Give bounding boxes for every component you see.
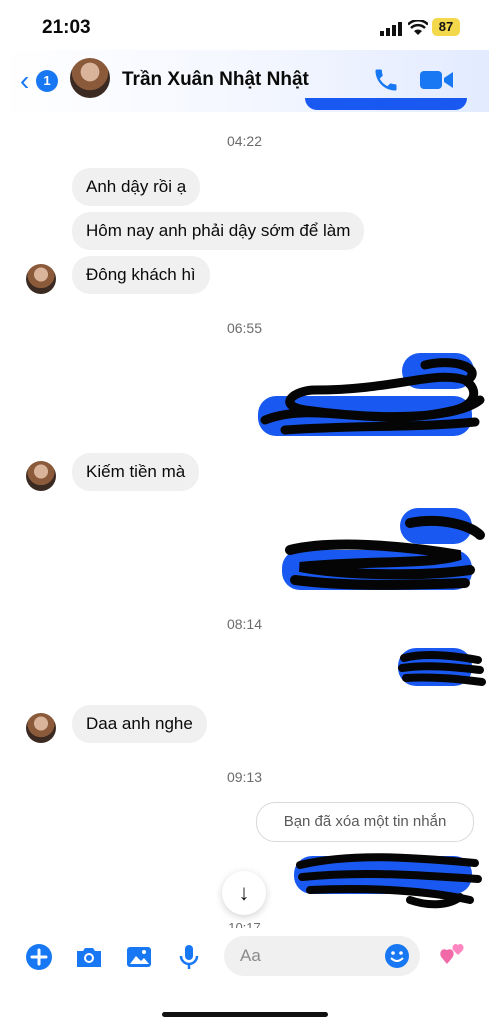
deleted-message-notice: Bạn đã xóa một tin nhắn xyxy=(256,802,474,842)
plus-icon[interactable] xyxy=(24,942,54,972)
emoji-icon[interactable] xyxy=(384,943,410,969)
contact-avatar[interactable] xyxy=(70,58,110,98)
sender-avatar xyxy=(26,264,56,294)
timestamp: 06:55 xyxy=(226,320,263,336)
status-time: 21:03 xyxy=(42,17,91,38)
hearts-icon[interactable] xyxy=(436,940,470,974)
camera-icon[interactable] xyxy=(74,942,104,972)
message-input[interactable]: Aa xyxy=(224,936,420,976)
arrow-down-icon: ↓ xyxy=(238,880,250,905)
sent-message-bubble xyxy=(305,98,467,110)
redaction-scribble xyxy=(260,358,485,435)
status-bar: 21:03 87 xyxy=(0,0,489,50)
redaction-scribble xyxy=(398,650,486,686)
back-button[interactable]: ‹ 1 xyxy=(20,65,60,96)
redaction-scribble xyxy=(285,515,485,590)
gallery-icon[interactable] xyxy=(124,942,154,972)
home-indicator xyxy=(162,1012,328,1017)
message-input-placeholder: Aa xyxy=(240,946,261,965)
video-call-icon[interactable] xyxy=(420,68,454,92)
microphone-icon[interactable] xyxy=(174,942,204,972)
sender-avatar xyxy=(26,713,56,743)
chevron-left-icon: ‹ xyxy=(20,65,30,96)
wifi-icon xyxy=(408,20,428,35)
timestamp: 09:13 xyxy=(226,769,263,785)
received-message[interactable]: Kiếm tiền mà xyxy=(72,453,200,491)
received-message[interactable]: Hôm nay anh phải dậy sớm để làm xyxy=(72,212,365,250)
phone-call-icon[interactable] xyxy=(372,66,400,94)
timestamp: 08:14 xyxy=(226,616,263,632)
timestamp: 10:17 xyxy=(228,920,261,928)
scroll-to-bottom-button[interactable]: ↓ xyxy=(222,871,266,915)
redaction-scribble xyxy=(296,853,482,909)
received-message[interactable]: Đông khách hì xyxy=(72,256,210,294)
battery-indicator: 87 xyxy=(432,18,460,36)
received-message[interactable]: Daa anh nghe xyxy=(72,705,207,743)
timestamp: 04:22 xyxy=(226,133,263,149)
received-message[interactable]: Anh dậy rồi ạ xyxy=(72,168,201,206)
contact-name[interactable]: Trần Xuân Nhật Nhật xyxy=(122,69,309,91)
signal-icon xyxy=(380,22,402,36)
unread-count-badge: 1 xyxy=(36,70,58,92)
sender-avatar xyxy=(26,461,56,491)
message-composer: Aa xyxy=(0,928,489,1024)
